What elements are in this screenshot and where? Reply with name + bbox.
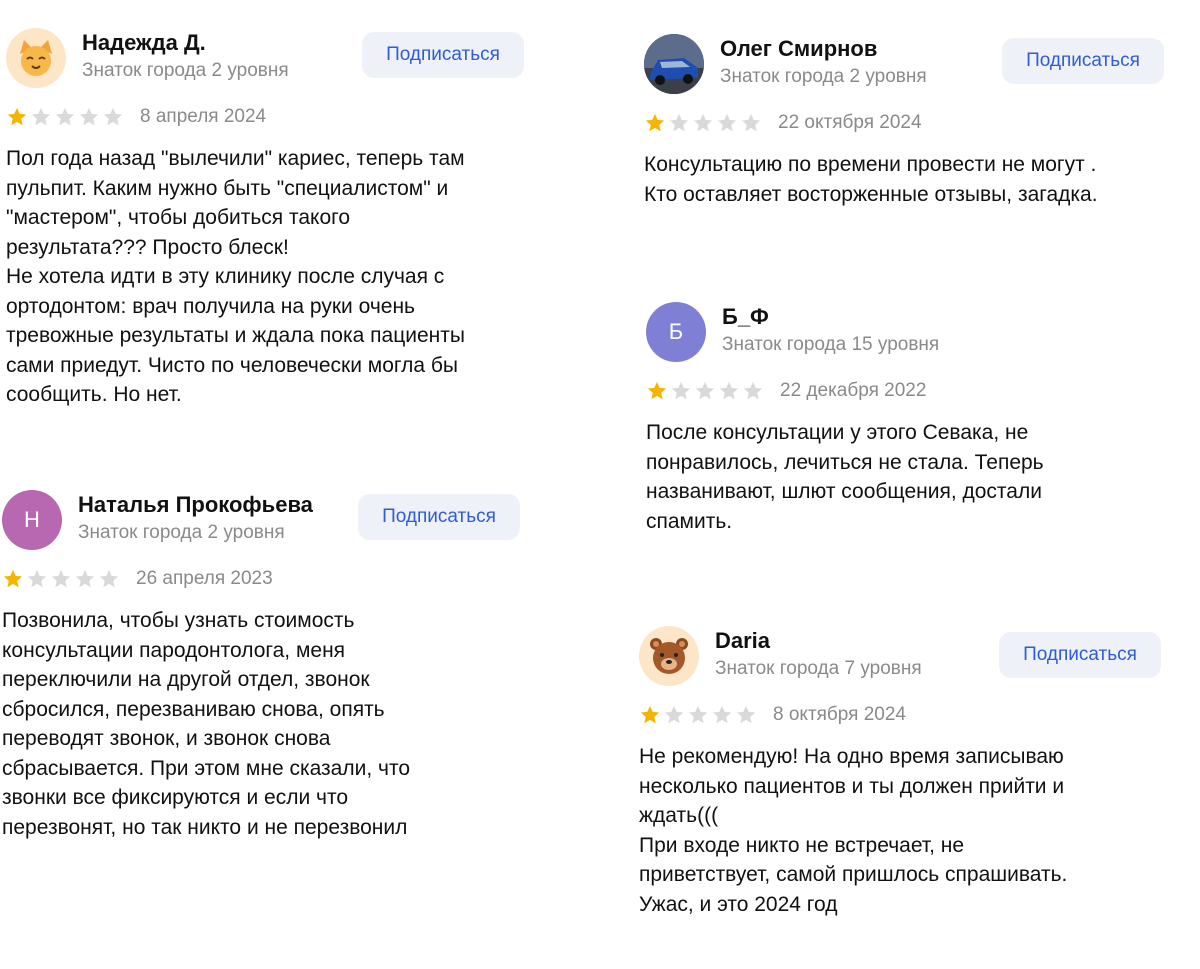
review-text: Позвонила, чтобы узнать стоимость консул… [2, 609, 411, 839]
review-text: После консультации у этого Севака, не по… [646, 421, 1044, 533]
star-filled-icon [645, 113, 665, 132]
bear-emoji-icon [650, 638, 688, 674]
subscribe-button[interactable]: Подписаться [358, 494, 520, 540]
star-empty-icon [712, 705, 732, 724]
star-empty-icon [671, 381, 691, 400]
star-empty-icon [743, 381, 763, 400]
star-empty-icon [75, 569, 95, 588]
star-empty-icon [717, 113, 737, 132]
author-name[interactable]: Олег Смирнов [720, 36, 877, 62]
rating-stars [646, 380, 764, 402]
review-card: Daria Знаток города 7 уровня Подписаться… [639, 626, 1169, 919]
review-date: 26 апреля 2023 [136, 568, 273, 589]
subscribe-button[interactable]: Подписаться [362, 32, 524, 78]
review-meta: 22 декабря 2022 [646, 378, 1176, 404]
star-empty-icon [55, 107, 75, 126]
review-date: 8 апреля 2024 [140, 106, 267, 127]
subscribe-button[interactable]: Подписаться [999, 632, 1161, 678]
avatar-letter: Н [24, 507, 40, 532]
review-meta: 22 октября 2024 [644, 110, 1174, 136]
review-card: Б Б_Ф Знаток города 15 уровня 22 декабря… [646, 302, 1176, 536]
review-card: Н Наталья Прокофьева Знаток города 2 уро… [2, 490, 532, 842]
star-filled-icon [3, 569, 23, 588]
review-text: Не рекомендую! На одно время записываю н… [639, 745, 1068, 916]
review-header: Б Б_Ф Знаток города 15 уровня [646, 302, 1176, 366]
author-level: Знаток города 2 уровня [78, 522, 285, 543]
review-text: Консультацию по времени провести не могу… [644, 153, 1098, 206]
avatar[interactable] [6, 28, 66, 88]
review-header: Надежда Д. Знаток города 2 уровня Подпис… [6, 28, 536, 92]
rating-stars [644, 112, 762, 134]
author-level: Знаток города 2 уровня [82, 60, 289, 81]
star-filled-icon [640, 705, 660, 724]
review-meta: 8 октября 2024 [639, 702, 1169, 728]
rating-stars [6, 106, 124, 128]
rating-stars [639, 704, 757, 726]
review-text: Пол года назад "вылечили" кариес, теперь… [6, 147, 465, 406]
author-level: Знаток города 7 уровня [715, 658, 922, 679]
star-empty-icon [741, 113, 761, 132]
star-empty-icon [31, 107, 51, 126]
star-empty-icon [736, 705, 756, 724]
review-header: Н Наталья Прокофьева Знаток города 2 уро… [2, 490, 532, 554]
review-header: Daria Знаток города 7 уровня Подписаться [639, 626, 1169, 690]
star-filled-icon [7, 107, 27, 126]
subscribe-button[interactable]: Подписаться [1002, 38, 1164, 84]
author-level: Знаток города 2 уровня [720, 66, 927, 87]
author-name[interactable]: Б_Ф [722, 304, 769, 330]
car-photo-icon [644, 34, 704, 94]
star-empty-icon [99, 569, 119, 588]
review-meta: 26 апреля 2023 [2, 566, 532, 592]
star-empty-icon [79, 107, 99, 126]
star-empty-icon [103, 107, 123, 126]
review-card: Олег Смирнов Знаток города 2 уровня Подп… [644, 34, 1174, 209]
avatar[interactable] [644, 34, 704, 94]
star-empty-icon [693, 113, 713, 132]
star-empty-icon [719, 381, 739, 400]
star-empty-icon [688, 705, 708, 724]
review-meta: 8 апреля 2024 [6, 104, 536, 130]
star-empty-icon [664, 705, 684, 724]
avatar[interactable] [639, 626, 699, 686]
cat-emoji-icon [20, 40, 52, 76]
star-empty-icon [669, 113, 689, 132]
review-date: 22 декабря 2022 [780, 380, 927, 401]
avatar[interactable]: Б [646, 302, 706, 362]
author-name[interactable]: Наталья Прокофьева [78, 492, 313, 518]
star-empty-icon [27, 569, 47, 588]
review-card: Надежда Д. Знаток города 2 уровня Подпис… [6, 28, 536, 410]
author-name[interactable]: Daria [715, 628, 770, 654]
author-name[interactable]: Надежда Д. [82, 30, 206, 56]
rating-stars [2, 568, 120, 590]
review-date: 22 октября 2024 [778, 112, 922, 133]
star-empty-icon [51, 569, 71, 588]
star-empty-icon [695, 381, 715, 400]
star-filled-icon [647, 381, 667, 400]
review-date: 8 октября 2024 [773, 704, 906, 725]
avatar[interactable]: Н [2, 490, 62, 550]
avatar-letter: Б [668, 319, 684, 344]
author-level: Знаток города 15 уровня [722, 334, 940, 355]
review-header: Олег Смирнов Знаток города 2 уровня Подп… [644, 34, 1174, 98]
